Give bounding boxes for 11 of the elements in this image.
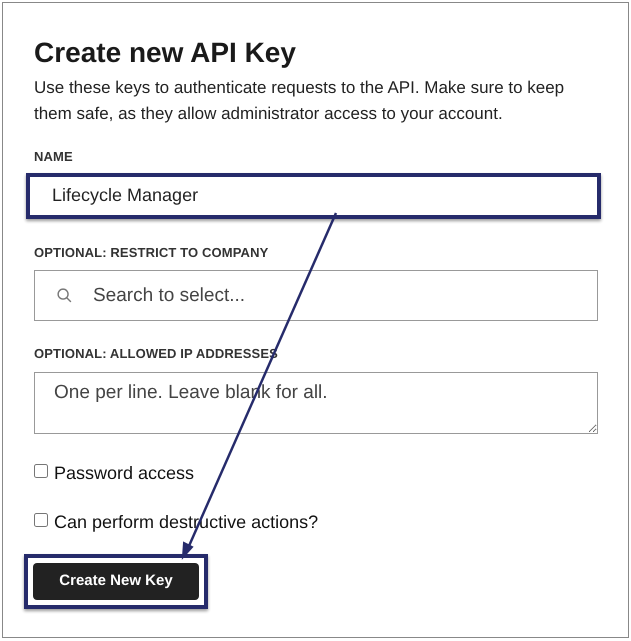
company-search-field[interactable]: Search to select... [34, 270, 598, 321]
dialog-title: Create new API Key [34, 37, 297, 69]
field-label: OPTIONAL: RESTRICT TO COMPANY [34, 244, 270, 262]
search-icon [56, 287, 73, 304]
checkbox[interactable] [34, 464, 48, 478]
checkbox[interactable] [34, 513, 48, 527]
field-label: NAME [34, 148, 74, 166]
create-key-button[interactable]: Create New Key [33, 562, 199, 600]
name-field[interactable]: Lifecycle Manager [26, 172, 601, 218]
checkbox-label: Password access [54, 462, 194, 484]
description: Use these keys to authenticate requests to the API. Make sure to keep them safe, as they allow administrator access to your account. [34, 77, 566, 125]
